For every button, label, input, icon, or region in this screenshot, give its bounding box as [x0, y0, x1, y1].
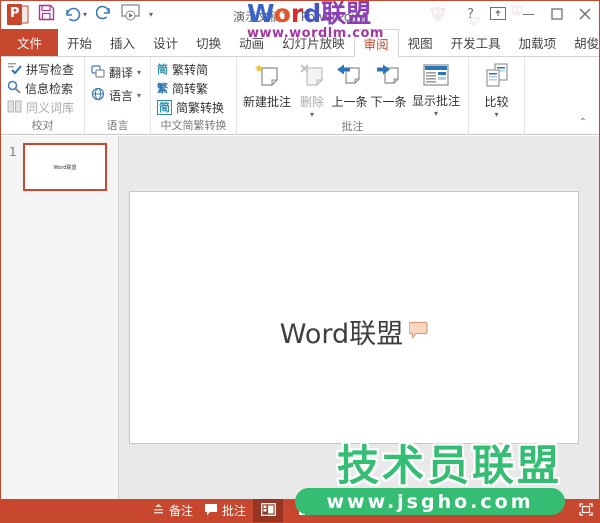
next-comment-button[interactable]: 下一条 — [369, 59, 408, 119]
ribbon-tabs: 文件 开始 插入 设计 切换 动画 幻灯片放映 审阅 视图 开发工具 加载项 胡… — [1, 29, 599, 57]
compare-button[interactable]: 比较 ▾ — [473, 59, 521, 119]
ribbon-filler: ⌃ — [525, 57, 599, 134]
group-label-compare — [472, 119, 521, 134]
notes-toggle-button[interactable]: 备注 — [147, 499, 198, 522]
language-dropdown-arrow-icon: ▾ — [137, 91, 142, 100]
previous-comment-button[interactable]: 上一条 — [330, 59, 369, 119]
customize-qat-dropdown-icon[interactable]: ▾ — [149, 10, 153, 19]
fit-slide-to-window-button[interactable] — [573, 499, 599, 522]
thesaurus-book-icon — [7, 100, 22, 116]
compare-dropdown-arrow-icon: ▾ — [494, 110, 499, 119]
slide-title-text[interactable]: Word联盟 — [280, 312, 403, 351]
thumbnail-title-text: Word联盟 — [53, 164, 77, 171]
next-comment-icon — [375, 63, 402, 91]
tab-view[interactable]: 视图 — [399, 29, 442, 56]
redo-button[interactable] — [95, 5, 112, 24]
translate-button[interactable]: 翻译 ▾ — [88, 63, 147, 82]
translate-dropdown-arrow-icon: ▾ — [137, 68, 142, 77]
translate-icon — [91, 64, 105, 81]
group-compare: 比较 ▾ — [469, 57, 525, 134]
group-label-comments: 批注 — [341, 120, 364, 133]
help-button[interactable]: ? — [467, 6, 474, 24]
comments-bubble-icon — [204, 503, 218, 519]
tab-animations[interactable]: 动画 — [230, 29, 273, 56]
slide-sorter-view-button[interactable] — [291, 499, 321, 522]
tab-addins[interactable]: 加载项 — [510, 29, 566, 56]
slide-sorter-icon — [299, 503, 313, 518]
language-globe-icon — [91, 87, 105, 104]
reading-view-button[interactable] — [329, 499, 359, 522]
start-slideshow-button[interactable] — [121, 4, 140, 25]
spell-check-button[interactable]: 拼写检查 — [4, 60, 81, 79]
tab-file[interactable]: 文件 — [1, 29, 59, 56]
undo-button[interactable]: ▾ — [64, 7, 87, 22]
traditional-to-simplified-button[interactable]: 简 繁转简 — [154, 60, 233, 79]
simplified-to-traditional-button[interactable]: 繁 简转繁 — [154, 79, 233, 98]
normal-view-icon — [260, 502, 276, 519]
fit-to-window-icon — [579, 502, 593, 519]
tab-transitions[interactable]: 切换 — [187, 29, 230, 56]
simplified-to-traditional-icon: 繁 — [157, 82, 168, 95]
slide-number: 1 — [9, 145, 17, 159]
notes-icon — [152, 503, 165, 518]
slide-thumbnails-panel: 1 Word联盟 — [1, 136, 119, 499]
tab-review[interactable]: 审阅 — [353, 29, 399, 57]
slide-title-line: Word联盟 — [130, 312, 578, 351]
research-magnifier-icon — [7, 80, 21, 97]
delete-dropdown-arrow-icon: ▾ — [309, 110, 314, 119]
quick-access-toolbar: P ▾ ▾ — [7, 4, 153, 25]
convert-chinese-icon: 简 — [157, 100, 172, 115]
tab-home[interactable]: 开始 — [58, 29, 101, 56]
new-comment-button[interactable]: 新建批注 — [240, 59, 294, 119]
user-name: 胡俊 — [574, 36, 600, 51]
ribbon-display-options-button[interactable] — [490, 5, 506, 24]
research-button[interactable]: 信息检索 — [4, 79, 81, 98]
normal-view-button[interactable] — [253, 499, 283, 522]
title-bar: P ▾ ▾ 演示文稿1 - PowerPoint ? — — [1, 1, 599, 48]
convert-chinese-button[interactable]: 简 简繁转换 — [154, 98, 233, 117]
traditional-to-simplified-icon: 简 — [157, 63, 168, 76]
ribbon-review-tab-content: 拼写检查 信息检索 同义词库 校对 翻译 ▾ 语言 ▾ 语言 简 繁转简 繁 简… — [1, 57, 599, 135]
group-label-chinese-conversion: 中文简繁转换 — [160, 119, 227, 132]
new-comment-icon — [254, 63, 281, 91]
window-controls: ? — — [467, 5, 591, 24]
save-button[interactable] — [38, 4, 55, 25]
spell-check-icon — [7, 61, 22, 78]
group-label-proofing: 校对 — [31, 119, 54, 132]
user-account-menu[interactable]: 胡俊▾ — [565, 29, 600, 56]
minimize-button[interactable]: — — [522, 6, 535, 24]
slide-thumbnail-1[interactable]: Word联盟 — [23, 143, 107, 191]
group-chinese-conversion: 简 繁转简 繁 简转繁 简 简繁转换 中文简繁转换 — [151, 57, 237, 134]
delete-comment-icon — [299, 63, 326, 91]
thesaurus-button: 同义词库 — [4, 98, 81, 117]
comment-marker-icon[interactable] — [408, 321, 428, 343]
group-comments: 新建批注 删除 ▾ 上一条 下一条 显示批注 ▾ 批注 — [237, 57, 469, 134]
tab-insert[interactable]: 插入 — [101, 29, 144, 56]
slide-canvas[interactable]: Word联盟 — [129, 191, 579, 444]
group-label-language: 语言 — [106, 119, 129, 132]
show-comments-dropdown-arrow-icon: ▾ — [433, 109, 438, 118]
show-comments-button[interactable]: 显示批注 ▾ — [408, 59, 464, 119]
reading-view-icon — [336, 503, 352, 518]
delete-comment-button: 删除 ▾ — [294, 59, 330, 119]
powerpoint-window: P ▾ ▾ 演示文稿1 - PowerPoint ? — 文件 开始 插入 设计… — [0, 0, 600, 523]
maximize-button[interactable] — [551, 5, 563, 24]
close-button[interactable] — [579, 5, 591, 24]
tab-design[interactable]: 设计 — [144, 29, 187, 56]
powerpoint-app-icon[interactable]: P — [7, 4, 29, 25]
tab-slideshow[interactable]: 幻灯片放映 — [273, 29, 354, 56]
collapse-ribbon-button[interactable]: ⌃ — [579, 117, 587, 128]
tab-developer[interactable]: 开发工具 — [442, 29, 510, 56]
compare-icon — [484, 63, 510, 91]
language-button[interactable]: 语言 ▾ — [88, 86, 147, 105]
status-bar: 备注 批注 — [1, 499, 599, 522]
group-proofing: 拼写检查 信息检索 同义词库 校对 — [1, 57, 85, 134]
undo-dropdown-arrow-icon[interactable]: ▾ — [83, 10, 87, 19]
group-language: 翻译 ▾ 语言 ▾ 语言 — [85, 57, 151, 134]
comments-toggle-button[interactable]: 批注 — [199, 499, 251, 522]
show-comments-icon — [423, 63, 449, 90]
workspace: 1 Word联盟 Word联盟 — [1, 136, 599, 499]
previous-comment-icon — [336, 63, 363, 91]
